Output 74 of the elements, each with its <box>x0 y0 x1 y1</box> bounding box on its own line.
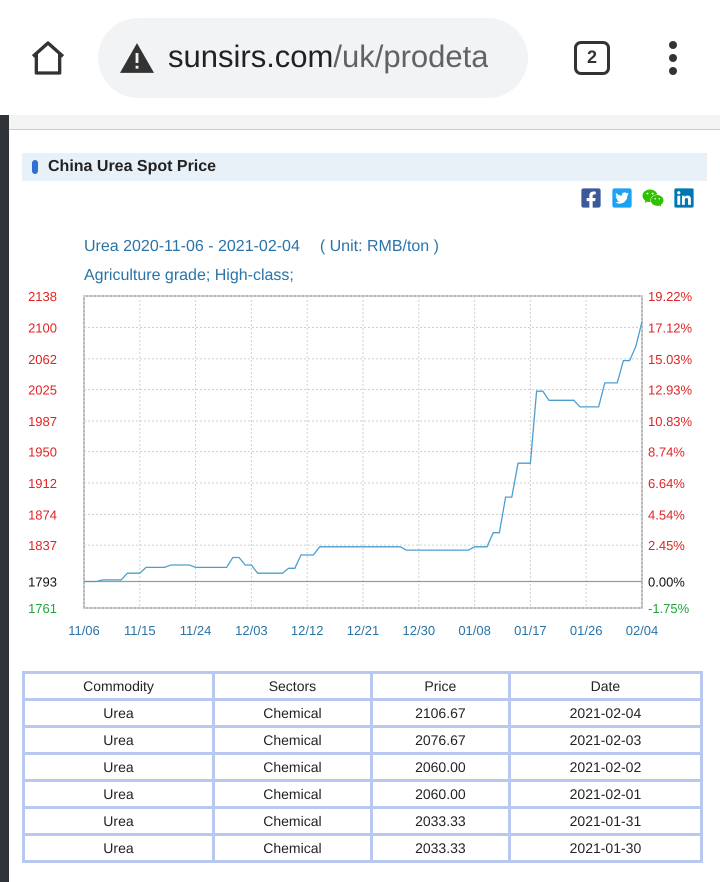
x-axis-label: 11/06 <box>68 623 100 638</box>
table-cell: 2021-02-01 <box>509 780 702 808</box>
pill-icon <box>32 160 38 174</box>
x-axis-label: 12/12 <box>290 623 324 638</box>
table-cell: 2076.67 <box>371 726 510 754</box>
facebook-icon[interactable] <box>580 187 602 209</box>
y-axis-label: 1987 <box>28 414 57 429</box>
table-cell: 2021-01-30 <box>509 834 702 862</box>
x-axis-label: 12/21 <box>346 623 380 638</box>
y-axis-label: 2100 <box>28 320 57 336</box>
percent-axis-label: 10.83% <box>648 414 692 429</box>
table-cell: Chemical <box>213 754 372 780</box>
table-cell: 2106.67 <box>371 700 510 726</box>
table-cell: Chemical <box>213 780 372 808</box>
percent-axis-label: 19.22% <box>648 289 692 304</box>
y-axis-label: 1837 <box>28 538 57 554</box>
percent-axis-label: 17.12% <box>648 320 692 336</box>
table-cell: 2021-02-04 <box>509 700 702 726</box>
percent-axis-label: 4.54% <box>648 507 685 522</box>
y-axis-label: 1761 <box>28 601 57 616</box>
table-cell: 2060.00 <box>371 754 510 780</box>
address-bar[interactable]: sunsirs.com/uk/prodeta <box>98 18 528 98</box>
table-cell: Chemical <box>213 700 372 726</box>
x-axis-label: 01/26 <box>570 623 602 638</box>
x-axis-label: 02/04 <box>626 623 658 638</box>
section-title: China Urea Spot Price <box>48 157 216 177</box>
percent-axis-label: 2.45% <box>648 538 685 554</box>
column-header: Price <box>371 672 510 700</box>
percent-axis-label: 12.93% <box>648 382 692 398</box>
table-cell: 2021-01-31 <box>509 808 702 834</box>
table-cell: Urea <box>24 780 214 808</box>
chart-subtitle: Agriculture grade; High-class; <box>84 266 295 286</box>
y-axis-label: 2138 <box>28 289 57 304</box>
y-axis-label: 1912 <box>28 476 57 492</box>
table-cell: Urea <box>24 834 214 862</box>
y-axis-label: 1950 <box>28 444 57 460</box>
table-cell: 2021-02-02 <box>509 754 702 780</box>
tab-count[interactable]: 2 <box>574 40 610 74</box>
x-axis-label: 12/30 <box>402 623 436 638</box>
table-cell: Urea <box>24 726 214 754</box>
table-cell: Urea <box>24 808 214 834</box>
url-text: sunsirs.com/uk/prodeta <box>168 38 488 76</box>
x-axis-label: 11/15 <box>124 623 156 638</box>
column-header: Date <box>509 672 702 700</box>
chart-title: Urea 2020-11-06 - 2021-02-04 <box>84 237 300 257</box>
table-cell: Urea <box>24 700 214 726</box>
column-header: Commodity <box>24 672 214 700</box>
table-cell: Urea <box>24 754 214 780</box>
table-cell: 2033.33 <box>371 808 510 834</box>
table-cell: Chemical <box>213 834 372 862</box>
table-cell: 2033.33 <box>371 834 510 862</box>
twitter-icon[interactable] <box>611 187 633 209</box>
percent-axis-label: 0.00% <box>648 574 685 590</box>
linkedin-icon[interactable] <box>673 187 695 209</box>
percent-axis-label: 6.64% <box>648 476 685 492</box>
column-header: Sectors <box>213 672 372 700</box>
percent-axis-label: 15.03% <box>648 352 692 367</box>
table-cell: Chemical <box>213 726 372 754</box>
x-axis-label: 01/17 <box>514 623 547 638</box>
y-axis-label: 1793 <box>28 574 57 590</box>
x-axis-label: 11/24 <box>180 623 212 638</box>
y-axis-label: 2062 <box>28 352 57 367</box>
x-axis-label: 12/03 <box>235 623 268 638</box>
percent-axis-label: 8.74% <box>648 444 685 460</box>
x-axis-label: 01/08 <box>458 623 491 638</box>
unit-label: ( Unit: RMB/ton ) <box>320 237 439 257</box>
table-cell: 2021-02-03 <box>509 726 702 754</box>
percent-axis-label: -1.75% <box>648 601 690 616</box>
warning-icon <box>120 42 154 72</box>
table-cell: Chemical <box>213 808 372 834</box>
table-cell: 2060.00 <box>371 780 510 808</box>
y-axis-label: 2025 <box>28 382 57 398</box>
menu-icon[interactable] <box>668 40 678 76</box>
y-axis-label: 1874 <box>28 507 57 522</box>
